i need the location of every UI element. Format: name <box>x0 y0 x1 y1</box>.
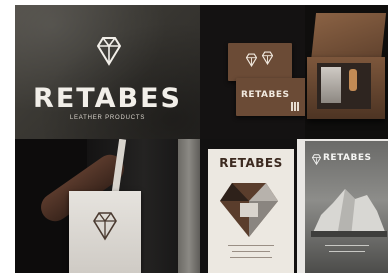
packaging-box-panel <box>305 5 388 139</box>
iceberg-poster-panel: RETABES <box>297 139 388 273</box>
diamond-monogram-icon <box>246 53 257 67</box>
poster-panel: RETABES <box>200 139 297 273</box>
brand-tagline: LEATHER PRODUCTS <box>69 115 146 121</box>
diamond-monogram-icon <box>262 51 273 65</box>
tote-bag <box>69 191 141 273</box>
diamond-monogram-artwork <box>220 183 278 237</box>
business-cards-panel: RETABES <box>200 5 305 139</box>
poster-text-line <box>329 251 365 252</box>
iceberg-poster: RETABES <box>305 141 388 273</box>
diamond-monogram-icon <box>97 37 121 66</box>
diamond-monogram-icon <box>312 154 321 165</box>
poster-wordmark: RETABES <box>219 156 283 170</box>
tote-bag-panel <box>15 139 200 273</box>
poster-text-line <box>230 257 272 258</box>
iceberg-illustration <box>311 189 387 237</box>
poster-text-line <box>325 245 369 246</box>
qr-code-icon <box>291 102 300 111</box>
diamond-monogram-icon <box>93 212 117 241</box>
background-curtain <box>178 139 200 273</box>
hero-leather-panel: RETABES LEATHER PRODUCTS <box>15 5 200 139</box>
brand-wordmark: RETABES <box>33 83 182 114</box>
iceberg-wordmark: RETABES <box>323 153 372 163</box>
card-wordmark: RETABES <box>241 90 290 100</box>
box-photo-card <box>321 67 341 103</box>
business-card-back <box>228 43 292 81</box>
brand-poster: RETABES <box>208 149 294 273</box>
poster-text-line <box>228 245 274 246</box>
business-card-front: RETABES <box>236 78 305 116</box>
poster-text-line <box>232 251 270 252</box>
leather-pendant <box>349 69 357 91</box>
